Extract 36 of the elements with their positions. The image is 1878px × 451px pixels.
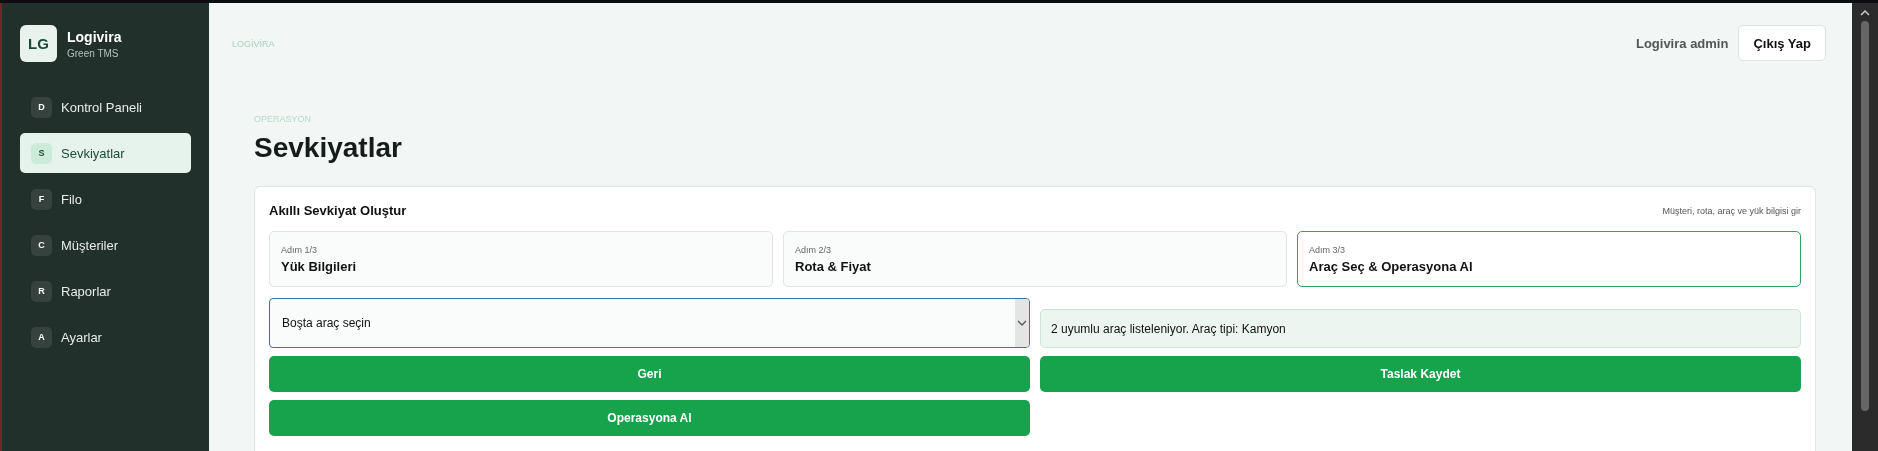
vehicle-select[interactable]: Boşta araç seçin	[269, 298, 1030, 348]
sidebar-item-label: Ayarlar	[61, 329, 102, 345]
sidebar-item[interactable]: C Müşteriler	[20, 225, 191, 265]
scroll-up-icon[interactable]	[1860, 9, 1870, 17]
chevron-down-icon	[1015, 299, 1029, 347]
sidebar-item-label: Kontrol Paneli	[61, 99, 142, 115]
sidebar-item-label: Müşteriler	[61, 237, 119, 253]
sidebar-item[interactable]: D Kontrol Paneli	[20, 87, 191, 127]
user-name: Logivira admin	[1635, 35, 1729, 51]
letter-badge: R	[31, 280, 52, 302]
info-message: 2 uyumlu araç listeleniyor. Araç tipi: Kamyon	[1040, 309, 1801, 348]
letter-badge: A	[31, 326, 52, 348]
brand-name: Logivira	[67, 28, 122, 45]
step-tab[interactable]: Adım 3/3 Araç Seç & Operasyona Al	[1297, 231, 1801, 287]
logo-badge: LG	[20, 25, 57, 62]
sidebar-item-label: Filo	[61, 191, 82, 207]
step-tab[interactable]: Adım 2/3 Rota & Fiyat	[783, 231, 1287, 287]
card-title: Akıllı Sevkiyat Oluştur	[269, 203, 407, 218]
card-hint: Müşteri, rota, araç ve yük bilgisi gir	[1662, 205, 1801, 216]
sidebar-item[interactable]: R Raporlar	[20, 271, 191, 311]
sidebar-item[interactable]: S Sevkiyatlar	[20, 133, 191, 173]
sidebar-item[interactable]: F Filo	[20, 179, 191, 219]
section-label: OPERASYON	[254, 114, 312, 124]
sidebar-item-label: Raporlar	[61, 283, 111, 299]
sidebar-item-label: Sevkiyatlar	[61, 145, 125, 161]
letter-badge: C	[31, 234, 52, 256]
brand-subtitle: Green TMS	[67, 47, 120, 59]
scrollbar[interactable]	[1852, 3, 1878, 451]
sidebar-item[interactable]: A Ayarlar	[20, 317, 191, 357]
letter-badge: S	[31, 142, 52, 164]
logout-button[interactable]: Çıkış Yap	[1738, 25, 1826, 61]
letter-badge: F	[31, 188, 52, 210]
letter-badge: D	[31, 96, 52, 118]
breadcrumb: LOGİVİRA	[232, 39, 275, 49]
page-title: Sevkiyatlar	[254, 132, 403, 164]
step-tab[interactable]: Adım 1/3 Yük Bilgileri	[269, 231, 773, 287]
